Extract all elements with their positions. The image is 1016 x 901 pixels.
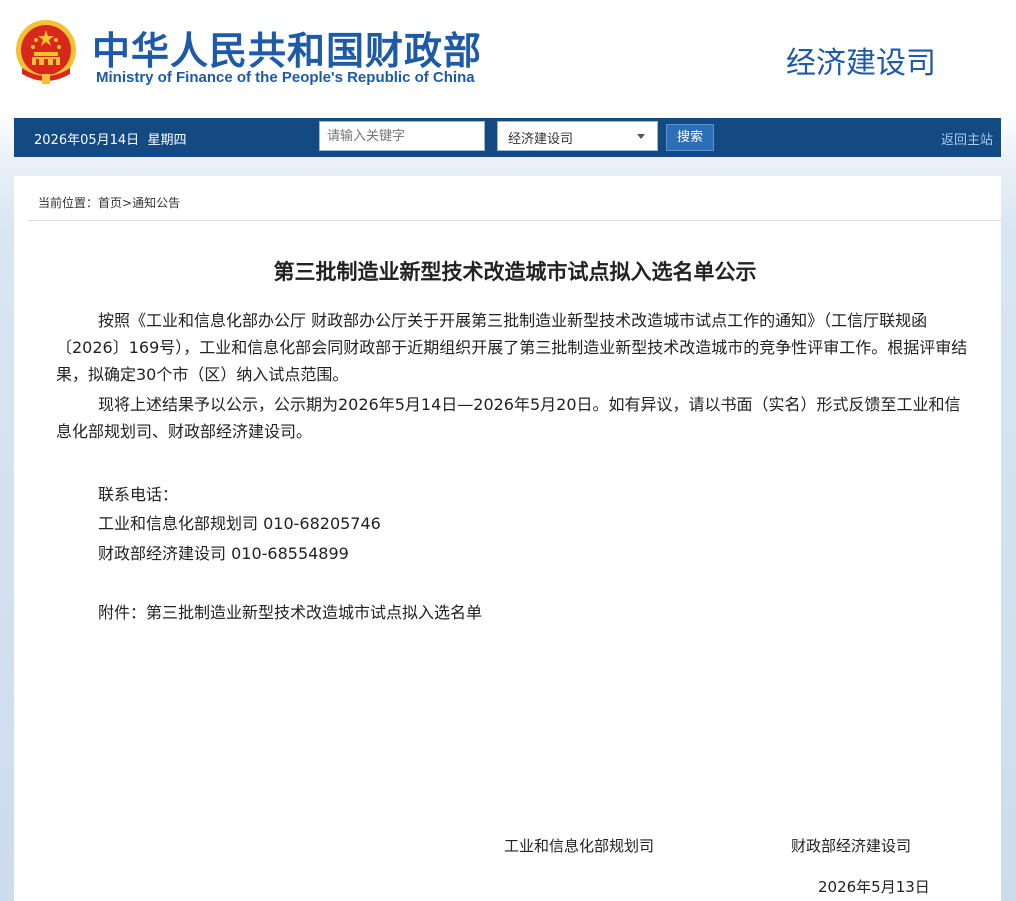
date-text: 2026年05月14日: [34, 133, 140, 148]
breadcrumb-section-link[interactable]: 通知公告: [132, 196, 180, 210]
department-select[interactable]: 经济建设司: [497, 121, 658, 151]
content-panel: 当前位置：首页>通知公告 第三批制造业新型技术改造城市试点拟入选名单公示 按照《…: [14, 176, 1004, 901]
select-value: 经济建设司: [508, 132, 574, 147]
article-title: 第三批制造业新型技术改造城市试点拟入选名单公示: [273, 260, 757, 284]
divider: [28, 220, 1004, 221]
search-button[interactable]: 搜索: [666, 124, 714, 151]
contact-planning-dept: 工业和信息化部规划司 010-68205746: [98, 514, 381, 533]
article-paragraph-2: 现将上述结果予以公示，公示期为2026年5月14日—2026年5月20日。如有异…: [56, 395, 961, 441]
breadcrumb-separator: >: [122, 196, 133, 210]
signer-planning-dept: 工业和信息化部规划司: [504, 837, 655, 855]
search-input[interactable]: [319, 121, 485, 151]
attachment-link[interactable]: 附件：第三批制造业新型技术改造城市试点拟入选名单: [98, 599, 482, 623]
site-header: 中华人民共和国财政部 Ministry of Finance of the Pe…: [0, 0, 1016, 112]
signer-econ-dept: 财政部经济建设司: [791, 837, 912, 855]
current-date: 2026年05月14日 星期四: [34, 129, 186, 148]
weekday-text: 星期四: [147, 133, 187, 148]
breadcrumb-home-link[interactable]: 首页: [98, 196, 122, 210]
article-paragraph-1: 按照《工业和信息化部办公厅 财政部办公厅关于开展第三批制造业新型技术改造城市试点…: [56, 311, 968, 384]
chevron-down-icon: [637, 134, 645, 139]
site-title-en: Ministry of Finance of the People's Repu…: [96, 69, 475, 86]
contact-econ-dept: 财政部经济建设司 010-68554899: [98, 544, 349, 563]
site-title-cn: 中华人民共和国财政部: [92, 29, 483, 73]
sign-date: 2026年5月13日: [818, 878, 930, 896]
national-emblem-icon: [16, 20, 76, 84]
breadcrumb-prefix: 当前位置：: [38, 196, 99, 210]
department-title: 经济建设司: [786, 46, 936, 81]
breadcrumb: 当前位置：首页>通知公告: [38, 194, 180, 211]
nav-bar: 2026年05月14日 星期四 经济建设司 搜索 返回主站: [14, 118, 1001, 157]
contact-label: 联系电话：: [98, 485, 179, 504]
return-home-link[interactable]: 返回主站: [941, 129, 993, 148]
